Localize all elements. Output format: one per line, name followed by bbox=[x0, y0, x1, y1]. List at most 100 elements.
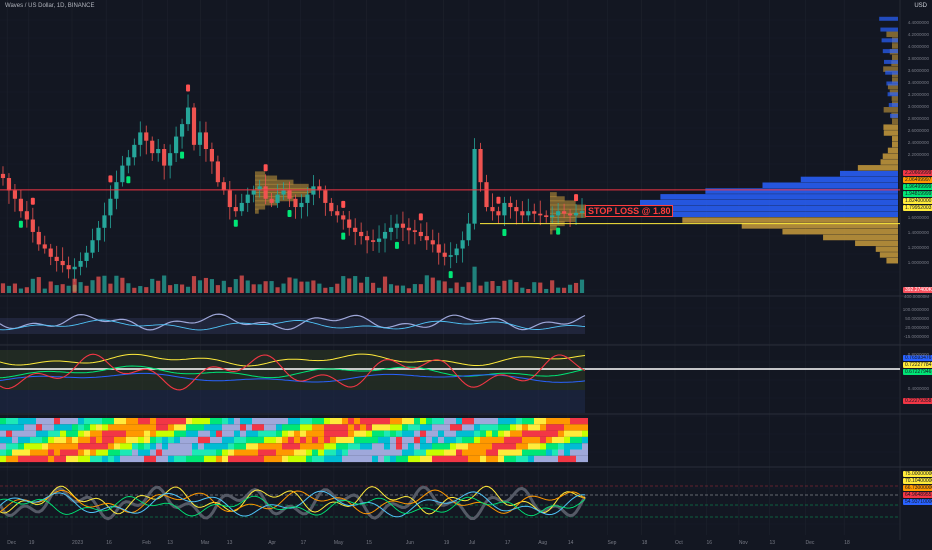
volume-bar bbox=[185, 286, 191, 293]
heat-cell bbox=[462, 455, 468, 463]
heat-cell bbox=[84, 436, 90, 444]
oscillator-pane-1[interactable] bbox=[0, 313, 586, 334]
volume-bar bbox=[299, 281, 304, 293]
heat-cell bbox=[558, 449, 564, 456]
heat-cell bbox=[54, 443, 60, 450]
heat-cell bbox=[258, 418, 264, 425]
heat-cell bbox=[486, 436, 492, 444]
heat-cell bbox=[60, 436, 66, 444]
heat-cell bbox=[78, 418, 84, 425]
heat-cell bbox=[438, 424, 444, 431]
time-axis-label: Oct bbox=[675, 540, 683, 546]
heat-cell bbox=[426, 455, 432, 463]
time-axis-label: 19 bbox=[443, 540, 450, 546]
heat-cell bbox=[24, 430, 30, 437]
heat-cell bbox=[168, 424, 174, 431]
candle-body bbox=[18, 198, 23, 212]
osc2-zone-low bbox=[0, 390, 585, 413]
heat-cell bbox=[240, 424, 246, 431]
candle-body bbox=[197, 132, 203, 145]
heat-cell bbox=[474, 418, 480, 425]
oscillator-pane-2[interactable] bbox=[0, 350, 900, 413]
heat-cell bbox=[570, 449, 576, 456]
volume-bar bbox=[514, 282, 519, 293]
heat-cell bbox=[336, 449, 342, 456]
heat-cell bbox=[192, 424, 198, 431]
heat-cell bbox=[12, 449, 18, 456]
trading-chart[interactable] bbox=[0, 0, 932, 550]
heat-cell bbox=[408, 436, 414, 444]
volume-bar bbox=[329, 287, 334, 293]
heat-cell bbox=[126, 430, 132, 437]
currency-label[interactable]: USD bbox=[914, 3, 927, 9]
heat-cell bbox=[420, 430, 426, 437]
heat-cell bbox=[546, 418, 552, 425]
heat-cell bbox=[114, 443, 120, 450]
heat-cell bbox=[108, 449, 114, 456]
candle-body bbox=[293, 198, 298, 208]
heat-cell bbox=[234, 418, 240, 425]
candle-body bbox=[579, 211, 585, 213]
profile-bar bbox=[883, 124, 898, 130]
heat-cell bbox=[576, 436, 582, 444]
heat-cell bbox=[306, 443, 312, 450]
heat-cell bbox=[276, 424, 282, 431]
stop-loss-annotation[interactable]: STOP LOSS @ 1.80 bbox=[585, 205, 674, 217]
heat-cell bbox=[270, 418, 276, 425]
candle-body bbox=[466, 223, 471, 241]
heat-cell bbox=[390, 418, 396, 425]
volume-bar bbox=[233, 279, 238, 293]
osc1-axis-tick: 20.0000000 bbox=[905, 325, 929, 330]
candle-body bbox=[48, 248, 53, 257]
heat-cell bbox=[138, 455, 144, 463]
heat-cell bbox=[312, 424, 318, 431]
heat-cell bbox=[300, 443, 306, 450]
heat-cell bbox=[144, 449, 150, 456]
price-axis-tick: 3.6000000 bbox=[907, 68, 929, 73]
volume-bar bbox=[108, 283, 113, 293]
candle-body bbox=[311, 186, 316, 195]
heat-cell bbox=[72, 443, 78, 450]
candle-body bbox=[508, 202, 513, 208]
buy-signal-marker bbox=[556, 227, 561, 235]
heat-cell bbox=[18, 455, 24, 463]
heat-cell bbox=[384, 449, 390, 456]
heat-cell bbox=[114, 424, 120, 431]
heatmap-pane[interactable] bbox=[0, 418, 588, 463]
heat-cell bbox=[0, 424, 6, 431]
volume-bar bbox=[12, 283, 18, 293]
heat-cell bbox=[180, 418, 186, 425]
volume-bar bbox=[430, 277, 435, 293]
heat-cell bbox=[78, 436, 84, 444]
volume-bar bbox=[490, 281, 495, 293]
heat-cell bbox=[12, 430, 18, 437]
heat-cell bbox=[456, 430, 462, 437]
volume-bar bbox=[550, 280, 555, 293]
heat-cell bbox=[90, 443, 96, 450]
heat-cell bbox=[54, 436, 60, 444]
volume-bar bbox=[454, 282, 459, 293]
heat-cell bbox=[492, 418, 498, 425]
heat-cell bbox=[246, 443, 252, 450]
heat-cell bbox=[336, 443, 342, 450]
heat-cell bbox=[132, 418, 138, 425]
heat-cell bbox=[276, 418, 282, 425]
heat-cell bbox=[78, 430, 84, 437]
symbol-title[interactable]: Waves / US Dollar, 1D, BINANCE bbox=[5, 3, 94, 9]
price-tag: 2.20669999 bbox=[903, 170, 932, 176]
oscillator-pane-4[interactable] bbox=[0, 485, 900, 521]
candle-body bbox=[96, 227, 101, 241]
heat-cell bbox=[36, 430, 42, 437]
heat-cell bbox=[378, 424, 384, 431]
heat-cell bbox=[534, 449, 540, 456]
heat-cell bbox=[366, 436, 372, 444]
profile-bar bbox=[884, 59, 898, 64]
volume-bar bbox=[174, 284, 179, 293]
volume-bar bbox=[42, 288, 47, 293]
heat-cell bbox=[522, 424, 528, 431]
heat-cell bbox=[150, 443, 156, 450]
candle-body bbox=[156, 149, 161, 154]
heat-cell bbox=[516, 424, 522, 431]
heat-cell bbox=[330, 424, 336, 431]
heat-cell bbox=[402, 455, 408, 463]
